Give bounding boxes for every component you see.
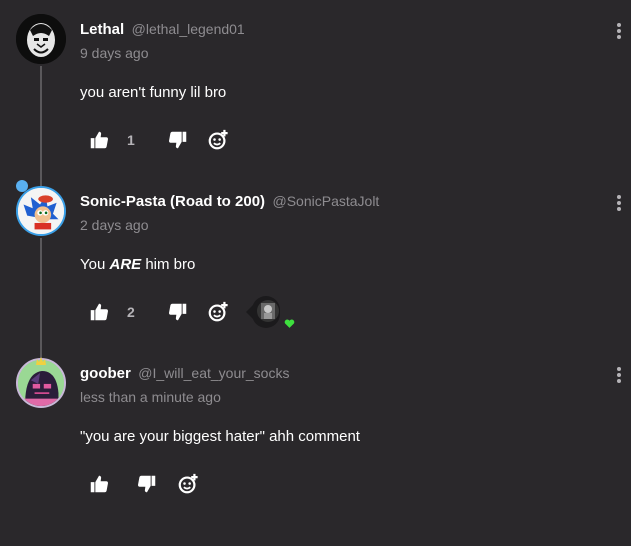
comment-text: You ARE him bro: [80, 256, 195, 273]
timestamp: 9 days ago: [80, 45, 149, 61]
dislike-button[interactable]: [136, 473, 158, 495]
add-sticker-icon: [208, 301, 228, 322]
sticker-reaction[interactable]: [246, 294, 295, 330]
more-options-icon[interactable]: [612, 193, 626, 213]
thread-line: [40, 238, 42, 358]
avatar[interactable]: [16, 186, 66, 236]
dislike-button[interactable]: [167, 129, 189, 151]
add-sticker-button[interactable]: [207, 129, 229, 151]
comment-text-emphasis: ARE: [109, 256, 142, 273]
comment-text-part: You: [80, 256, 110, 273]
thumbs-up-icon: [90, 131, 109, 149]
like-count: 1: [127, 132, 135, 148]
comment-text: "you are your biggest hater" ahh comment: [80, 428, 360, 445]
timestamp: 2 days ago: [80, 217, 149, 233]
comment-text: you aren't funny lil bro: [80, 84, 227, 101]
author-handle[interactable]: @lethal_legend01: [132, 21, 245, 37]
thumbs-up-icon: [90, 475, 109, 493]
more-options-icon[interactable]: [612, 365, 626, 385]
thumbs-down-icon: [137, 475, 156, 493]
thumbs-down-icon: [168, 303, 187, 321]
author-handle[interactable]: @SonicPastaJolt: [273, 193, 380, 209]
comment-text-part: him bro: [141, 256, 196, 273]
avatar[interactable]: [16, 14, 66, 64]
heart-icon: [284, 319, 295, 328]
dislike-button[interactable]: [167, 301, 189, 323]
timestamp: less than a minute ago: [80, 389, 221, 405]
like-count: 2: [127, 304, 135, 320]
add-sticker-icon: [178, 473, 198, 494]
author-name[interactable]: Lethal: [80, 21, 124, 38]
author-handle[interactable]: @I_will_eat_your_socks: [138, 365, 289, 381]
more-options-icon[interactable]: [612, 21, 626, 41]
like-button[interactable]: [88, 473, 110, 495]
thumbs-down-icon: [168, 131, 187, 149]
author-name[interactable]: Sonic-Pasta (Road to 200): [80, 193, 265, 210]
crown-icon: [36, 352, 46, 365]
like-button[interactable]: [88, 301, 110, 323]
avatar[interactable]: [16, 358, 66, 408]
add-sticker-icon: [208, 129, 228, 150]
thumbs-up-icon: [90, 303, 109, 321]
add-sticker-button[interactable]: [177, 473, 199, 495]
add-sticker-button[interactable]: [207, 301, 229, 323]
like-button[interactable]: [88, 129, 110, 151]
thread-line: [40, 66, 42, 186]
avatar-badge-icon: [16, 180, 28, 192]
author-name[interactable]: goober: [80, 365, 131, 382]
